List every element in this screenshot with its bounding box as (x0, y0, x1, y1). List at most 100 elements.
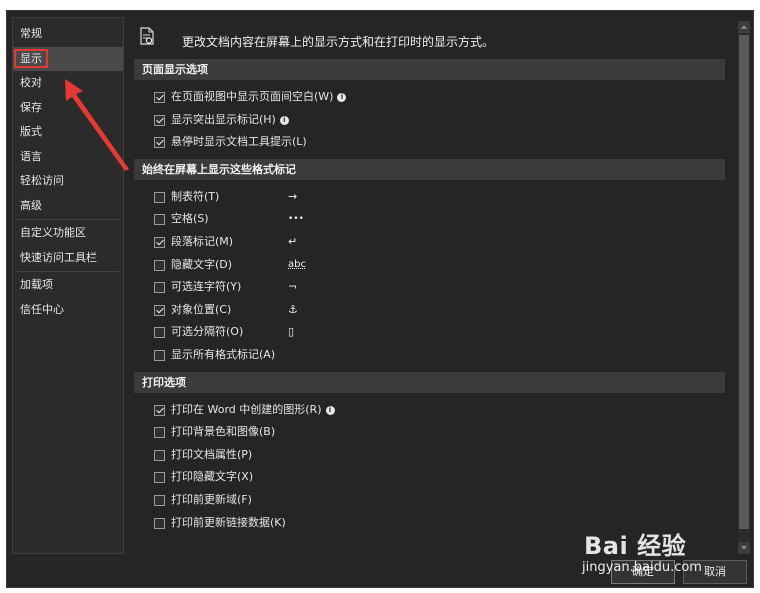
sidebar-item-trust-center[interactable]: 信任中心 (13, 298, 123, 323)
object-anchors-checkbox[interactable] (154, 304, 165, 316)
option-label: 制表符(T) (171, 189, 220, 203)
option-object-anchors[interactable]: 对象位置(C) ⚓ (130, 299, 738, 322)
panel-header: 更改文档内容在屏幕上的显示方式和在打印时的显示方式。 (130, 17, 738, 59)
sidebar-item-label: 加载项 (20, 278, 53, 291)
ok-button[interactable]: 确定 (611, 560, 675, 584)
section-printing: 打印选项 (134, 371, 725, 393)
option-print-hidden-text[interactable]: 打印隐藏文字(X) (130, 466, 738, 489)
spaces-checkbox[interactable] (154, 214, 165, 226)
option-label: 显示突出显示标记(H) (171, 112, 276, 126)
option-print-properties[interactable]: 打印文档属性(P) (130, 444, 738, 467)
option-label: 打印在 Word 中创建的图形(R) (171, 402, 322, 416)
option-hidden-text[interactable]: 隐藏文字(D) abc (130, 254, 738, 277)
sidebar-item-display[interactable]: 显示 (13, 46, 123, 71)
show-highlighter-checkbox[interactable] (154, 114, 165, 126)
option-label: 隐藏文字(D) (171, 257, 233, 271)
optional-hyphen-icon: ¬ (288, 280, 298, 294)
sidebar-item-label: 版式 (20, 125, 42, 138)
option-label: 可选分隔符(O) (171, 325, 244, 339)
vertical-scrollbar[interactable] (738, 21, 750, 554)
option-optional-hyphens[interactable]: 可选连字符(Y) ¬ (130, 276, 738, 299)
hidden-text-checkbox[interactable] (154, 259, 165, 271)
option-paragraph-marks[interactable]: 段落标记(M) ↵ (130, 231, 738, 254)
sidebar-item-label: 校对 (20, 76, 42, 89)
cancel-button[interactable]: 取消 (683, 560, 747, 584)
scrollbar-thumb[interactable] (739, 35, 749, 529)
sidebar-item-label: 自定义功能区 (20, 226, 86, 239)
sidebar-divider (17, 271, 119, 272)
sidebar-item-label: 语言 (20, 149, 42, 163)
print-background-checkbox[interactable] (154, 427, 165, 439)
paragraph-marks-checkbox[interactable] (154, 236, 165, 248)
sidebar-item-label: 信任中心 (20, 302, 64, 316)
update-fields-checkbox[interactable] (154, 494, 165, 506)
space-dots-icon: ••• (288, 214, 304, 225)
display-options-panel: 更改文档内容在屏幕上的显示方式和在打印时的显示方式。 页面显示选项 在页面视图中… (130, 17, 738, 554)
option-label: 打印背景色和图像(B) (171, 425, 276, 439)
show-all-marks-checkbox[interactable] (154, 349, 165, 361)
sidebar-item-layout[interactable]: 版式 (13, 120, 123, 145)
tab-arrow-icon: → (288, 189, 298, 203)
option-spaces[interactable]: 空格(S) ••• (130, 208, 738, 231)
print-properties-checkbox[interactable] (154, 449, 165, 461)
sidebar-item-advanced[interactable]: 高级 (13, 194, 123, 219)
option-print-drawings[interactable]: 打印在 Word 中创建的图形(R) i (130, 399, 738, 422)
sidebar-item-proofing[interactable]: 校对 (13, 71, 123, 96)
option-label: 空格(S) (171, 212, 209, 226)
show-tooltips-checkbox[interactable] (154, 137, 165, 149)
sidebar-item-quick-access-toolbar[interactable]: 快速访问工具栏 (13, 246, 123, 271)
anchor-icon: ⚓ (288, 302, 298, 316)
section-formatting-marks: 始终在屏幕上显示这些格式标记 (134, 158, 725, 180)
option-show-highlighter[interactable]: 显示突出显示标记(H) i (130, 109, 738, 132)
info-icon: i (325, 405, 335, 415)
option-label: 显示所有格式标记(A) (171, 347, 276, 361)
scroll-down-icon[interactable] (738, 542, 750, 554)
option-show-all-marks[interactable]: 显示所有格式标记(A) (130, 344, 738, 367)
document-display-icon (140, 27, 154, 45)
option-label: 打印前更新链接数据(K) (171, 515, 286, 529)
section-page-display: 页面显示选项 (134, 59, 725, 80)
info-icon: i (337, 93, 347, 102)
sidebar-item-customize-ribbon[interactable]: 自定义功能区 (13, 221, 123, 246)
option-label: 打印隐藏文字(X) (171, 470, 254, 484)
option-print-background[interactable]: 打印背景色和图像(B) (130, 421, 738, 444)
sidebar-divider (17, 219, 119, 220)
paragraph-mark-icon: ↵ (288, 234, 298, 248)
update-links-checkbox[interactable] (154, 517, 165, 529)
tab-characters-checkbox[interactable] (154, 191, 165, 203)
sidebar-item-label: 轻松访问 (20, 174, 64, 187)
sidebar-item-label: 快速访问工具栏 (20, 250, 97, 264)
print-hidden-text-checkbox[interactable] (154, 472, 165, 484)
word-options-dialog: 常规 显示 校对 保存 版式 语言 轻松访问 高级 自定义功能区 快速访问工具栏… (6, 10, 754, 588)
sidebar-item-label: 常规 (20, 27, 42, 40)
option-update-fields[interactable]: 打印前更新域(F) (130, 489, 738, 512)
optional-break-icon: ▯ (288, 325, 295, 339)
sidebar-item-accessibility[interactable]: 轻松访问 (13, 169, 123, 194)
option-update-links[interactable]: 打印前更新链接数据(K) (130, 512, 738, 535)
option-label: 打印前更新域(F) (171, 492, 252, 506)
hidden-text-icon: abc (288, 258, 306, 270)
panel-description: 更改文档内容在屏幕上的显示方式和在打印时的显示方式。 (182, 35, 495, 49)
option-tab-characters[interactable]: 制表符(T) → (130, 186, 738, 209)
option-label: 可选连字符(Y) (171, 280, 242, 294)
sidebar-item-language[interactable]: 语言 (13, 145, 123, 170)
optional-breaks-checkbox[interactable] (154, 327, 165, 339)
print-drawings-checkbox[interactable] (154, 404, 165, 416)
optional-hyphens-checkbox[interactable] (154, 282, 165, 294)
show-whitespace-checkbox[interactable] (154, 92, 165, 103)
sidebar-item-label: 高级 (20, 198, 42, 212)
option-label: 打印文档属性(P) (171, 447, 253, 461)
option-show-tooltips[interactable]: 悬停时显示文档工具提示(L) (130, 131, 738, 154)
sidebar-item-label: 保存 (20, 100, 42, 114)
info-icon: i (279, 115, 289, 125)
option-label: 段落标记(M) (171, 234, 234, 248)
category-sidebar: 常规 显示 校对 保存 版式 语言 轻松访问 高级 自定义功能区 快速访问工具栏… (12, 17, 124, 554)
sidebar-item-add-ins[interactable]: 加载项 (13, 273, 123, 298)
scroll-up-icon[interactable] (738, 21, 750, 33)
sidebar-item-save[interactable]: 保存 (13, 96, 123, 121)
sidebar-item-label: 显示 (14, 48, 48, 68)
option-show-whitespace[interactable]: 在页面视图中显示页面间空白(W) i (130, 86, 738, 109)
option-optional-breaks[interactable]: 可选分隔符(O) ▯ (130, 321, 738, 344)
sidebar-item-general[interactable]: 常规 (13, 22, 123, 47)
option-label: 在页面视图中显示页面间空白(W) (171, 90, 334, 103)
